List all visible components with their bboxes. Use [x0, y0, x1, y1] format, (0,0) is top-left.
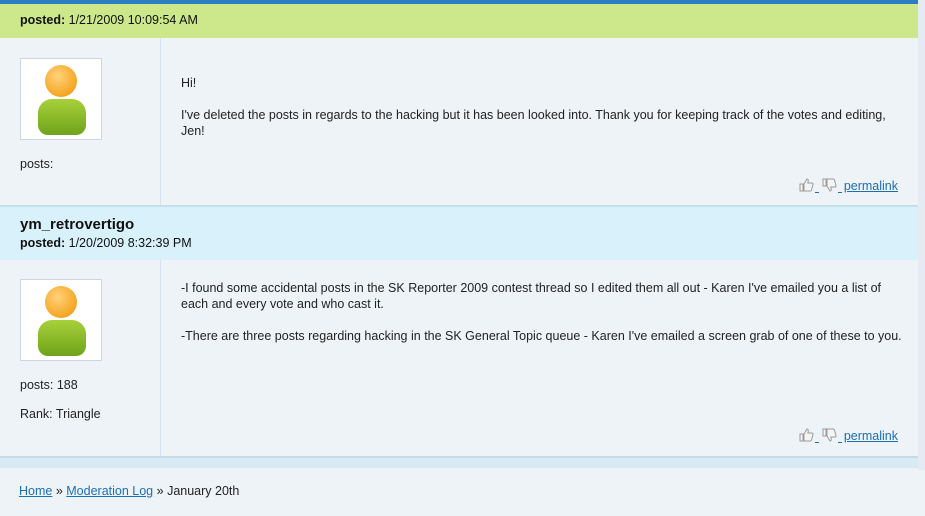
permalink-link[interactable]: permalink: [844, 429, 898, 443]
right-edge-gutter: [918, 0, 925, 470]
post-header: posted: 1/21/2009 10:09:54 AM: [0, 4, 918, 38]
posted-timestamp: posted: 1/20/2009 8:32:39 PM: [20, 236, 192, 250]
link-underline-gap: [814, 428, 819, 443]
avatar-head: [45, 65, 77, 97]
post-message: Hi! I've deleted the posts in regards to…: [181, 75, 906, 139]
posted-date: 1/20/2009 8:32:39 PM: [68, 236, 192, 250]
posted-timestamp: posted: 1/21/2009 10:09:54 AM: [20, 13, 198, 27]
link-underline-gap: [837, 178, 842, 193]
post-header: ym_retrovertigo posted: 1/20/2009 8:32:3…: [0, 206, 918, 260]
posts-label: posts:: [20, 378, 54, 392]
posts-count: 188: [56, 378, 78, 392]
thumbs-up-icon[interactable]: [798, 177, 814, 193]
thumbs-down-icon[interactable]: [821, 427, 837, 443]
rank-value: Triangle: [55, 407, 101, 421]
post-body: posts: 188 Rank: Triangle -I found some …: [0, 260, 918, 457]
breadcrumb: Home » Moderation Log » January 20th: [19, 484, 239, 498]
post-body: posts: Hi! I've deleted the posts in reg…: [0, 38, 918, 206]
avatar: [20, 58, 102, 140]
message-paragraph: -There are three posts regarding hacking…: [181, 329, 902, 343]
breadcrumb-current: January 20th: [167, 484, 240, 498]
posts-label: posts:: [20, 157, 54, 171]
breadcrumb-separator: »: [156, 484, 164, 498]
post-actions: permalink: [798, 177, 898, 193]
author-post-count: posts: 188: [20, 378, 78, 392]
rank-label: Rank:: [20, 407, 53, 421]
post-author-username[interactable]: ym_retrovertigo: [20, 216, 134, 233]
posted-date: 1/21/2009 10:09:54 AM: [68, 13, 198, 27]
message-paragraph: Hi!: [181, 76, 197, 90]
message-paragraph: -I found some accidental posts in the SK…: [181, 281, 881, 311]
link-underline-gap: [814, 178, 819, 193]
link-underline-gap: [837, 428, 842, 443]
post-actions: permalink: [798, 427, 898, 443]
breadcrumb-separator: »: [55, 484, 63, 498]
message-paragraph: I've deleted the posts in regards to the…: [181, 108, 886, 138]
column-divider: [160, 38, 161, 205]
avatar-body: [38, 320, 86, 356]
posted-label: posted:: [20, 236, 66, 250]
permalink-link[interactable]: permalink: [844, 179, 898, 193]
avatar-body: [38, 99, 86, 135]
avatar-head: [45, 286, 77, 318]
posted-label: posted:: [20, 13, 66, 27]
breadcrumb-home-link[interactable]: Home: [19, 484, 52, 498]
post-message: -I found some accidental posts in the SK…: [181, 280, 906, 344]
thumbs-down-icon[interactable]: [821, 177, 837, 193]
column-divider: [160, 260, 161, 456]
author-rank: Rank: Triangle: [20, 407, 101, 421]
avatar: [20, 279, 102, 361]
breadcrumb-moderation-log-link[interactable]: Moderation Log: [66, 484, 153, 498]
thread-footer-band: [0, 457, 918, 468]
thumbs-up-icon[interactable]: [798, 427, 814, 443]
author-post-count: posts:: [20, 157, 53, 171]
